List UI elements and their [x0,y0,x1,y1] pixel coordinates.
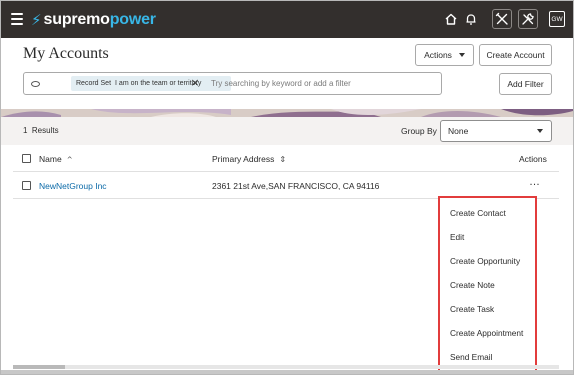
column-header-name-label: Name [39,154,62,164]
group-by-label: Group By [401,126,437,136]
row-actions-menu: Create Contact Edit Create Opportunity C… [438,196,537,373]
account-address: 2361 21st Ave,SAN FRANCISCO, CA 94116 [212,181,380,191]
column-header-name[interactable]: Name ^ [39,154,73,164]
search-filter-bar[interactable]: Record Set I am on the team or territory… [23,72,442,95]
menu-item-create-appointment[interactable]: Create Appointment [450,328,523,338]
tools-icon-button[interactable] [492,9,512,29]
horizontal-scrollbar-track[interactable] [13,365,559,369]
sort-both-icon: ⇕ [279,155,287,164]
horizontal-scrollbar-thumb[interactable] [13,365,65,369]
table-header-row: Name ^ Primary Address ⇕ Actions [13,146,559,172]
menu-item-create-opportunity[interactable]: Create Opportunity [450,256,520,266]
results-count-label: Results [31,126,59,135]
group-by-value: None [448,126,469,136]
tools-icon [495,12,508,25]
sort-up-icon: ^ [66,156,73,164]
row-checkbox[interactable] [22,181,31,190]
results-count: 1 Results [23,126,59,135]
account-name-link[interactable]: NewNetGroup Inc [39,181,107,191]
hamburger-menu-icon[interactable] [11,13,23,25]
group-by-select[interactable]: None [440,120,552,142]
search-input[interactable] [211,76,431,91]
logo-text-power: power [109,11,156,28]
home-icon[interactable] [443,11,459,27]
select-all-checkbox[interactable] [22,154,31,163]
more-actions-icon[interactable]: … [529,176,541,188]
banner-pattern [1,109,573,117]
chevron-down-icon [537,129,543,133]
menu-item-create-contact[interactable]: Create Contact [450,208,506,218]
column-header-primary-address[interactable]: Primary Address ⇕ [212,154,286,164]
wrench-icon-button[interactable] [518,9,538,29]
actions-button[interactable]: Actions [415,44,474,66]
chip-value: I am on the team or territory [115,80,202,87]
results-count-number: 1 [23,126,28,135]
bolt-icon: ⚡ [31,11,42,29]
column-header-address-label: Primary Address [212,154,275,164]
chip-label: Record Set [76,80,112,87]
user-avatar[interactable]: GW [549,11,565,27]
menu-item-edit[interactable]: Edit [450,232,464,242]
menu-item-send-email[interactable]: Send Email [450,352,492,362]
wrench-icon [522,13,534,25]
create-account-button[interactable]: Create Account [479,44,552,66]
add-filter-label: Add Filter [507,79,544,89]
bell-icon[interactable] [463,11,479,27]
page-title: My Accounts [23,45,109,62]
close-icon[interactable]: × [190,77,200,89]
top-navigation-bar: ⚡ supremo power GW [1,1,573,38]
actions-button-label: Actions [424,50,452,60]
app-logo[interactable]: ⚡ supremo power [31,10,156,30]
column-header-actions: Actions [519,154,547,164]
add-filter-button[interactable]: Add Filter [499,73,552,95]
chevron-down-icon [458,53,465,57]
table-row: NewNetGroup Inc 2361 21st Ave,SAN FRANCI… [13,172,559,199]
logo-text-supremo: supremo [43,11,110,28]
menu-item-create-task[interactable]: Create Task [450,304,494,314]
decorative-banner [1,109,573,117]
app-window: ⚡ supremo power GW My Accounts Actions C… [0,0,574,375]
record-set-chip[interactable]: Record Set I am on the team or territory [71,76,231,91]
menu-item-create-note[interactable]: Create Note [450,280,495,290]
filter-oval-icon [31,81,40,87]
create-account-label: Create Account [486,50,545,60]
bottom-strip [1,370,573,374]
